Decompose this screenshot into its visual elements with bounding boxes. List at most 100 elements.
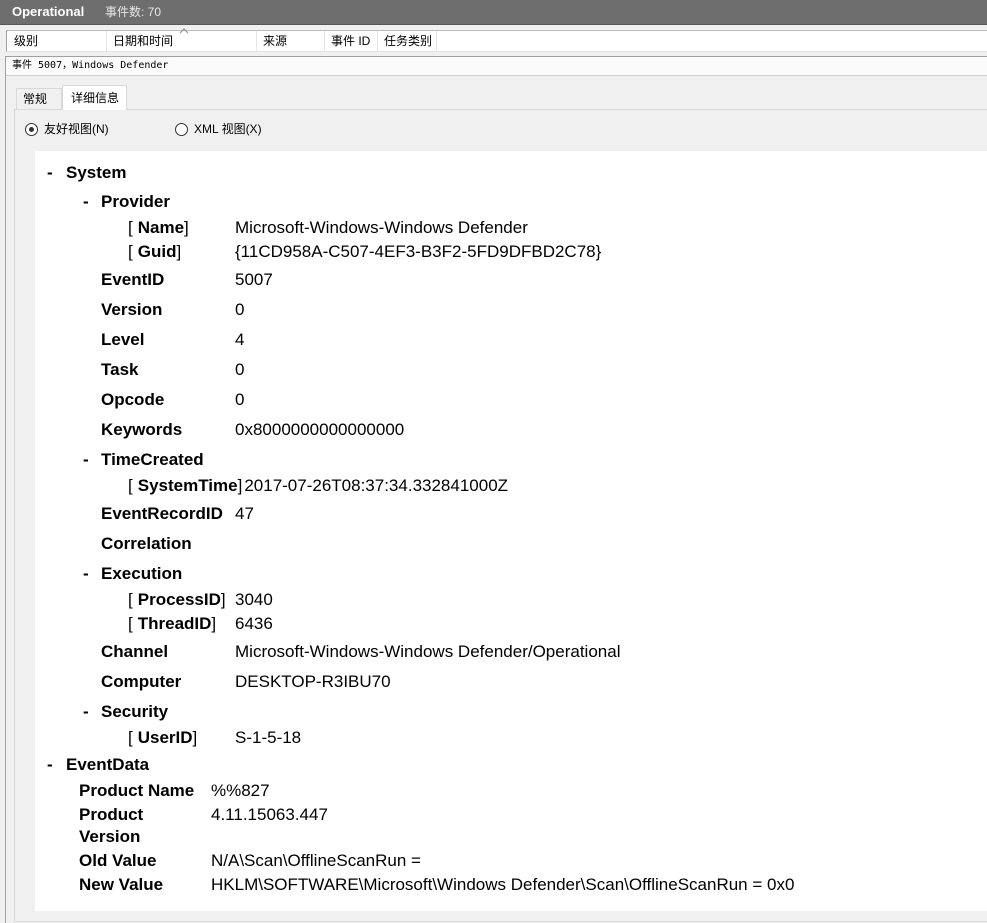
bracket-close: ] — [192, 728, 198, 747]
friendly-view-radio[interactable] — [25, 123, 38, 136]
event-count: 事件数: 70 — [105, 5, 162, 19]
processid-row: [ProcessID] 3040 — [35, 589, 975, 611]
systemtime-row: [SystemTime] 2017-07-26T08:37:34.3328410… — [35, 475, 975, 497]
provider-name-row: [Name] Microsoft-Windows-Windows Defende… — [35, 217, 975, 239]
provider-node: - Provider — [35, 191, 975, 213]
attribute-value: Microsoft-Windows-Windows Defender — [235, 218, 528, 237]
attribute-key: [Guid] — [128, 241, 233, 263]
column-header-task-category[interactable]: 任务类别 — [378, 31, 437, 51]
product-name-value: %%827 — [211, 781, 270, 800]
old-value-label: Old Value — [79, 851, 157, 870]
channel-row: Channel Microsoft-Windows-Windows Defend… — [35, 641, 975, 663]
bracket-open: [ — [128, 242, 133, 261]
eventdata-collapse-toggle[interactable]: - — [47, 754, 53, 776]
opcode-row: Opcode 0 — [35, 389, 975, 411]
security-collapse-toggle[interactable]: - — [83, 701, 89, 723]
eventdata-item: Product Version 4.11.15063.447 — [35, 804, 975, 846]
event-list-header: 级别 日期和时间 来源 事件 ID 任务类别 — [6, 28, 987, 52]
attribute-value: 3040 — [235, 590, 273, 609]
tab-general[interactable]: 常规 — [16, 88, 62, 109]
old-value-value: N/A\Scan\OfflineScanRun = — [211, 851, 421, 870]
new-value-value: HKLM\SOFTWARE\Microsoft\Windows Defender… — [211, 875, 795, 894]
opcode-value: 0 — [235, 390, 245, 409]
eventid-row: EventID 5007 — [35, 269, 975, 291]
system-collapse-toggle[interactable]: - — [47, 162, 53, 184]
level-label: Level — [101, 330, 145, 349]
opcode-label: Opcode — [101, 390, 165, 409]
eventdata-node: - EventData — [35, 754, 975, 776]
friendly-view-label[interactable]: 友好视图(N) — [44, 121, 109, 137]
execution-label: Execution — [101, 564, 183, 583]
tab-details[interactable]: 详细信息 — [62, 85, 127, 110]
bracket-open: [ — [128, 476, 133, 495]
eventrecordid-value: 47 — [235, 504, 254, 523]
bracket-close: ] — [184, 218, 189, 237]
version-label: Version — [101, 300, 163, 319]
keywords-label: Keywords — [101, 420, 183, 439]
systemtime-attribute: [SystemTime] 2017-07-26T08:37:34.3328410… — [128, 475, 508, 497]
product-name-label: Product Name — [79, 781, 195, 800]
eventrecordid-label: EventRecordID — [101, 504, 223, 523]
attribute-key: [ProcessID] — [128, 589, 233, 611]
product-version-label: Product Version — [79, 805, 144, 846]
attribute-name: ThreadID — [137, 614, 212, 633]
correlation-row: Correlation — [35, 533, 975, 555]
task-row: Task 0 — [35, 359, 975, 381]
provider-name-attribute: [Name] Microsoft-Windows-Windows Defende… — [128, 217, 528, 239]
column-header-event-id[interactable]: 事件 ID — [325, 31, 378, 51]
attribute-value: 6436 — [235, 614, 273, 633]
xml-view-label[interactable]: XML 视图(X) — [194, 121, 262, 137]
attribute-key: [ThreadID] — [128, 613, 233, 635]
timecreated-node: - TimeCreated — [35, 449, 975, 471]
event-details-tree: - System - Provider [Name] Microsoft-Win… — [35, 151, 987, 911]
attribute-key: [Name] — [128, 217, 233, 239]
correlation-label: Correlation — [101, 534, 192, 553]
computer-row: Computer DESKTOP-R3IBU70 — [35, 671, 975, 693]
eventdata-item: New Value HKLM\SOFTWARE\Microsoft\Window… — [35, 874, 975, 896]
attribute-name: UserID — [137, 728, 193, 747]
channel-value: Microsoft-Windows-Windows Defender/Opera… — [235, 642, 621, 661]
bracket-close: ] — [211, 614, 217, 633]
eventid-value: 5007 — [235, 270, 273, 289]
log-name: Operational — [12, 4, 85, 19]
computer-value: DESKTOP-R3IBU70 — [235, 672, 391, 691]
xml-view-radio[interactable] — [175, 123, 188, 136]
system-node: - System — [35, 162, 975, 184]
provider-label: Provider — [101, 192, 170, 211]
computer-label: Computer — [101, 672, 182, 691]
task-value: 0 — [235, 360, 245, 379]
column-header-date-time[interactable]: 日期和时间 — [107, 28, 257, 51]
eventdata-label: EventData — [66, 755, 150, 774]
bracket-close: ] — [176, 242, 182, 261]
version-value: 0 — [235, 300, 245, 319]
task-label: Task — [101, 360, 139, 379]
security-label: Security — [101, 702, 169, 721]
processid-attribute: [ProcessID] 3040 — [128, 589, 273, 611]
keywords-row: Keywords 0x8000000000000000 — [35, 419, 975, 441]
provider-collapse-toggle[interactable]: - — [83, 191, 89, 213]
version-row: Version 0 — [35, 299, 975, 321]
attribute-name: ProcessID — [137, 590, 221, 609]
execution-collapse-toggle[interactable]: - — [83, 563, 89, 585]
channel-label: Channel — [101, 642, 169, 661]
bracket-open: [ — [128, 728, 133, 747]
column-header-level[interactable]: 级别 — [7, 31, 107, 51]
provider-guid-row: [Guid] {11CD958A-C507-4EF3-B3F2-5FD9DFBD… — [35, 241, 975, 263]
bracket-open: [ — [128, 590, 133, 609]
log-title-bar: Operational 事件数: 70 — [0, 0, 987, 25]
timecreated-collapse-toggle[interactable]: - — [83, 449, 89, 471]
attribute-name: Guid — [137, 242, 177, 261]
attribute-name: SystemTime — [137, 476, 238, 495]
userid-row: [UserID] S-1-5-18 — [35, 727, 975, 749]
level-row: Level 4 — [35, 329, 975, 351]
new-value-label: New Value — [79, 875, 164, 894]
provider-guid-attribute: [Guid] {11CD958A-C507-4EF3-B3F2-5FD9DFBD… — [128, 241, 601, 263]
attribute-value: {11CD958A-C507-4EF3-B3F2-5FD9DFBD2C78} — [235, 242, 602, 261]
timecreated-label: TimeCreated — [101, 450, 204, 469]
keywords-value: 0x8000000000000000 — [235, 420, 405, 439]
column-header-source[interactable]: 来源 — [257, 31, 325, 51]
event-viewer-window: Operational 事件数: 70 级别 日期和时间 来源 事件 ID 任务… — [0, 0, 987, 923]
event-preview-title: 事件 5007，Windows Defender — [6, 57, 987, 76]
bracket-close: ] — [237, 476, 243, 495]
bracket-close: ] — [220, 590, 226, 609]
